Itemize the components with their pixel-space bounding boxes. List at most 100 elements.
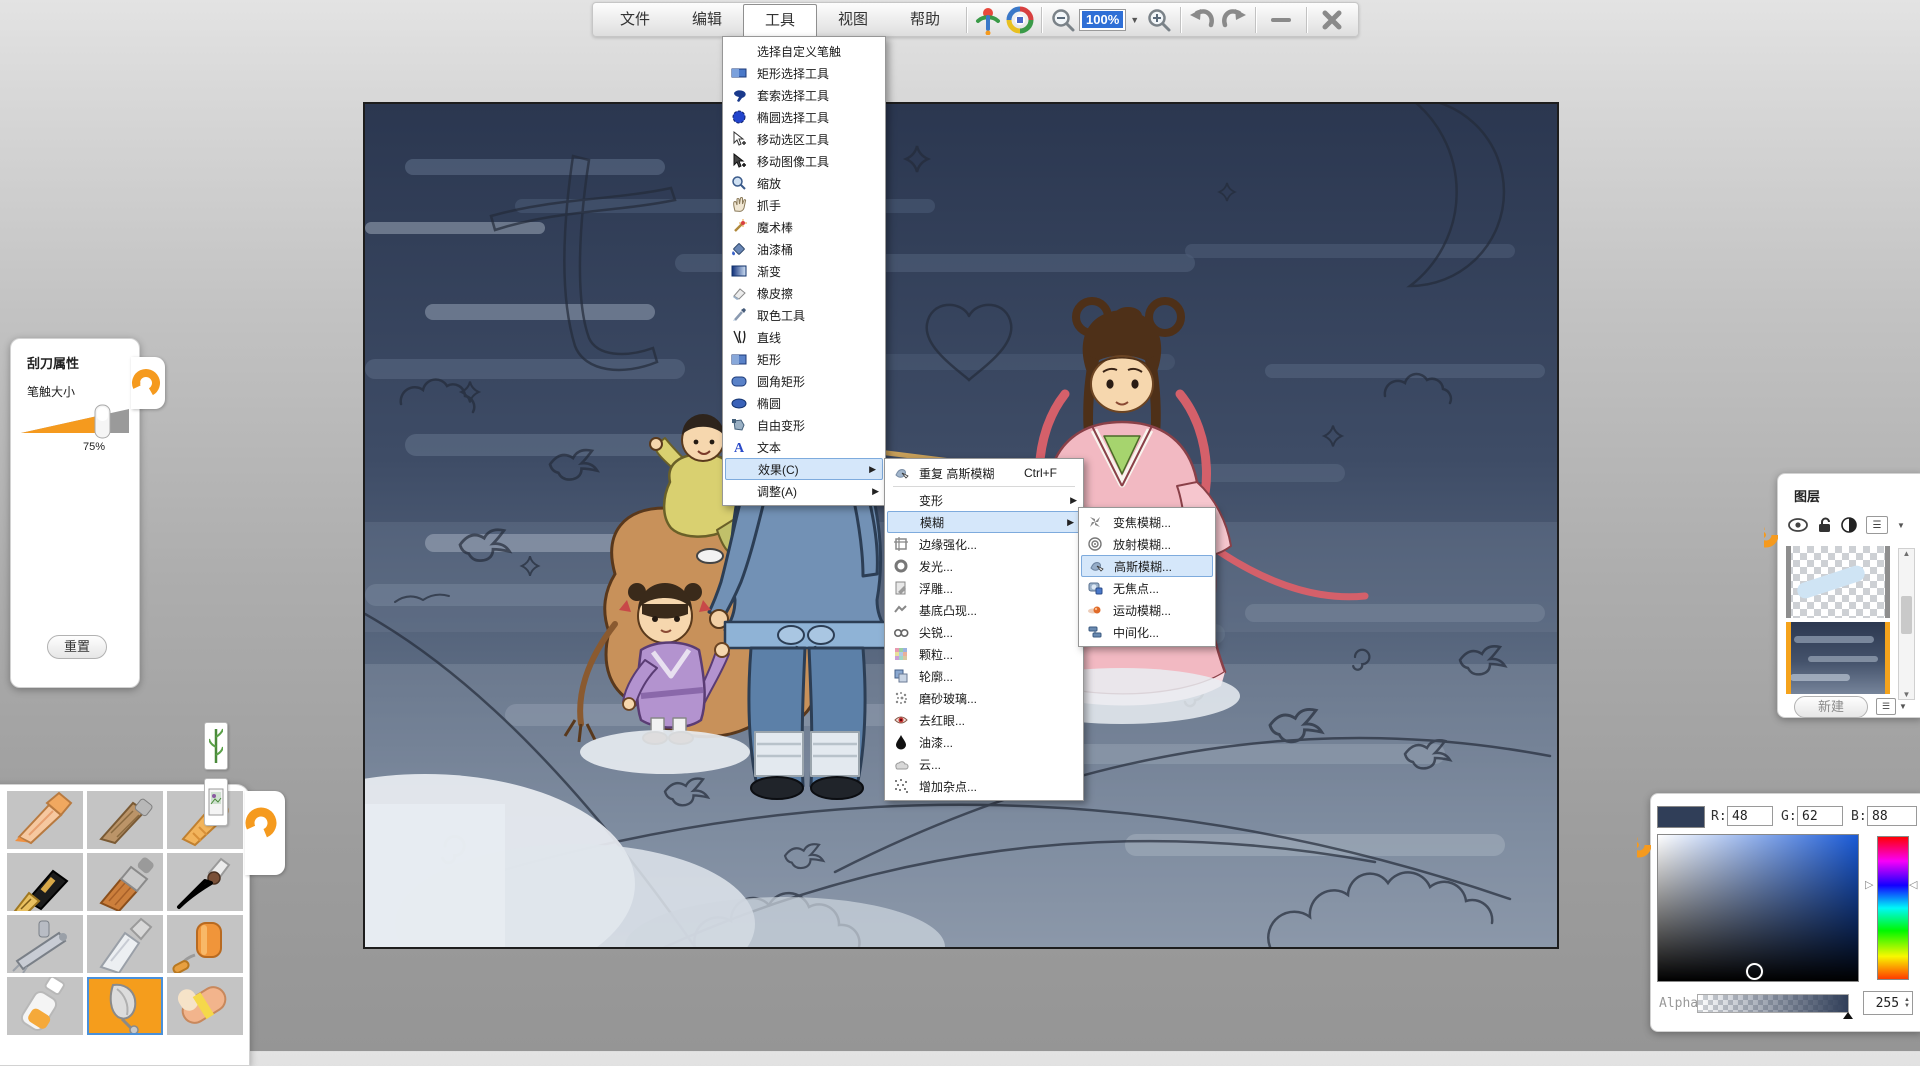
layer-row-top[interactable] [1786, 546, 1890, 618]
alpha-slider[interactable] [1697, 994, 1849, 1013]
menu-item-custom-brush[interactable]: 选择自定义笔触 [723, 40, 885, 62]
brush-palette-knife[interactable] [87, 915, 163, 973]
menu-item-magic-wand[interactable]: 魔术棒 [723, 216, 885, 238]
menu-item-edge-enhance[interactable]: 边缘强化... [885, 533, 1083, 555]
menu-item-move-image[interactable]: 移动图像工具 [723, 150, 885, 172]
bamboo-sticker-button[interactable] [204, 722, 228, 770]
menu-item-sharpen[interactable]: 尖锐... [885, 621, 1083, 643]
spinner-down-icon[interactable]: ▼ [1904, 1003, 1910, 1009]
menu-item-lasso-select[interactable]: 套索选择工具 [723, 84, 885, 106]
menu-item-add-noise[interactable]: 增加杂点... [885, 775, 1083, 797]
visibility-eye-icon[interactable] [1788, 518, 1808, 532]
menu-item-hand[interactable]: 抓手 [723, 194, 885, 216]
zoom-level-field[interactable]: 100% [1079, 9, 1126, 31]
zoom-out-icon[interactable] [1047, 5, 1079, 35]
picture-sticker-button[interactable] [204, 778, 228, 826]
hue-strip[interactable] [1877, 836, 1909, 980]
menu-item-ellipse-select[interactable]: 椭圆选择工具 [723, 106, 885, 128]
menu-item-ellipse[interactable]: 椭圆 [723, 392, 885, 414]
menu-item-paint-bucket[interactable]: 油漆桶 [723, 238, 885, 260]
app-logo-icon[interactable] [972, 5, 1004, 35]
minimize-button[interactable] [1261, 5, 1301, 35]
r-input[interactable] [1727, 806, 1773, 826]
menu-item-defocus[interactable]: 无焦点... [1079, 577, 1215, 599]
menu-item-median[interactable]: 中间化... [1079, 621, 1215, 643]
layers-bottom-menu[interactable]: ☰ ▼ [1876, 698, 1907, 715]
reset-button[interactable]: 重置 [47, 635, 107, 659]
menu-item-red-eye-removal[interactable]: 去红眼... [885, 709, 1083, 731]
menu-edit[interactable]: 编辑 [671, 5, 743, 34]
menu-item-outline[interactable]: 轮廓... [885, 665, 1083, 687]
redo-icon[interactable] [1218, 5, 1250, 35]
layer-menu-arrow-icon[interactable]: ▼ [1897, 521, 1905, 530]
undo-icon[interactable] [1186, 5, 1218, 35]
menu-item-zoom[interactable]: 缩放 [723, 172, 885, 194]
b-input[interactable] [1867, 806, 1917, 826]
new-layer-button[interactable]: 新建 [1794, 696, 1868, 718]
menu-item-radial-blur[interactable]: 放射模糊... [1079, 533, 1215, 555]
hue-marker-right-icon[interactable]: ◁ [1909, 878, 1917, 891]
layers-scrollbar[interactable]: ▲ ▼ [1898, 548, 1915, 700]
menu-item-glow[interactable]: 发光... [885, 555, 1083, 577]
brush-pencil[interactable] [7, 791, 83, 849]
spinner-arrows[interactable]: ▲▼ [1902, 997, 1912, 1009]
menu-item-repeat-gaussian-blur[interactable]: 重复 高斯模糊 Ctrl+F [885, 462, 1083, 484]
alpha-spinner[interactable]: 255 ▲▼ [1863, 991, 1913, 1015]
zoom-in-icon[interactable] [1143, 5, 1175, 35]
unlock-icon[interactable] [1817, 517, 1832, 533]
menu-item-motion-blur[interactable]: 运动模糊... [1079, 599, 1215, 621]
menu-item-rounded-rectangle[interactable]: 圆角矩形 [723, 370, 885, 392]
menu-item-paint[interactable]: 油漆... [885, 731, 1083, 753]
brush-fountain-pen[interactable] [7, 853, 83, 911]
brush-paint-bottle[interactable] [7, 977, 83, 1035]
menu-item-line[interactable]: 直线 [723, 326, 885, 348]
blend-half-circle-icon[interactable] [1841, 517, 1857, 533]
menu-file[interactable]: 文件 [599, 5, 671, 34]
menu-item-frosted-glass[interactable]: 磨砂玻璃... [885, 687, 1083, 709]
color-wheel-icon[interactable] [1004, 5, 1036, 35]
hue-marker-left-icon[interactable]: ▷ [1865, 878, 1873, 891]
sv-marker[interactable] [1746, 963, 1763, 980]
color-panel-drag-handle[interactable] [1637, 822, 1651, 868]
menu-item-rect-select[interactable]: 矩形选择工具 [723, 62, 885, 84]
menu-item-text[interactable]: A 文本 [723, 436, 885, 458]
menu-item-blur[interactable]: 模糊 ▶ [887, 511, 1081, 533]
menu-item-effects[interactable]: 效果(C) ▶ [725, 458, 883, 480]
menu-tools[interactable]: 工具 [743, 4, 817, 39]
brush-airbrush[interactable] [7, 915, 83, 973]
brush-scraper-knife[interactable] [87, 977, 163, 1035]
menu-item-adjust[interactable]: 调整(A) ▶ [723, 480, 885, 502]
menu-item-color-picker-tool[interactable]: 取色工具 [723, 304, 885, 326]
menu-help[interactable]: 帮助 [889, 5, 961, 34]
saturation-value-square[interactable] [1657, 834, 1859, 982]
menu-item-rectangle[interactable]: 矩形 [723, 348, 885, 370]
menu-item-transform[interactable]: 变形 ▶ [885, 489, 1083, 511]
brush-flat-brush[interactable] [87, 853, 163, 911]
menu-item-gaussian-blur[interactable]: 高斯模糊... [1081, 555, 1213, 577]
menu-item-emboss[interactable]: 浮雕... [885, 577, 1083, 599]
menu-item-eraser[interactable]: 橡皮擦 [723, 282, 885, 304]
brush-paint-roller[interactable] [167, 915, 243, 973]
menu-item-clouds[interactable]: 云... [885, 753, 1083, 775]
brush-size-slider[interactable] [17, 401, 133, 441]
g-input[interactable] [1797, 806, 1843, 826]
alpha-marker-icon[interactable] [1843, 1012, 1853, 1019]
layers-options-button[interactable]: ☰ [1876, 698, 1896, 715]
menu-item-free-transform[interactable]: 自由变形 [723, 414, 885, 436]
menu-view[interactable]: 视图 [817, 5, 889, 34]
menu-item-bas-relief[interactable]: 基底凸现... [885, 599, 1083, 621]
scroll-up-icon[interactable]: ▲ [1903, 549, 1911, 558]
brush-eraser[interactable] [167, 977, 243, 1035]
menu-item-grain[interactable]: 颗粒... [885, 643, 1083, 665]
close-button[interactable] [1312, 5, 1352, 35]
brush-ink-brush[interactable] [167, 853, 243, 911]
layer-row-selected[interactable] [1786, 622, 1890, 694]
scrollbar-thumb[interactable] [1901, 596, 1912, 634]
layers-panel-drag-handle[interactable] [1764, 512, 1778, 558]
panel-drag-handle[interactable] [131, 357, 165, 409]
brush-wood-tip-pen[interactable] [87, 791, 163, 849]
brush-panel-drag-handle[interactable] [245, 791, 285, 875]
menu-item-move-selection[interactable]: 移动选区工具 [723, 128, 885, 150]
zoom-dropdown-arrow-icon[interactable]: ▼ [1126, 15, 1143, 25]
menu-item-gradient[interactable]: 渐变 [723, 260, 885, 282]
